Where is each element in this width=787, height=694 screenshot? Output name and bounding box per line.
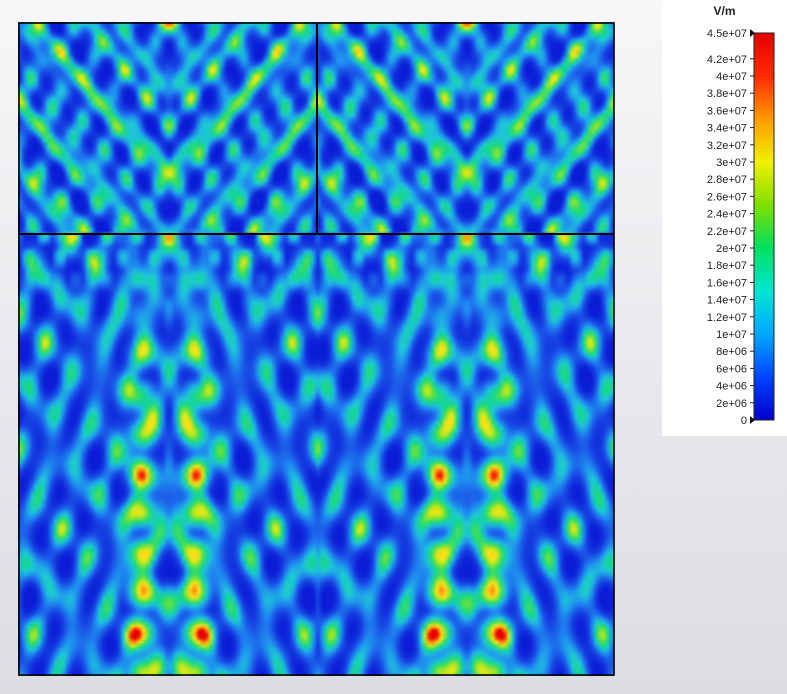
colorbar-tick-label: 6e+06 [716, 363, 747, 375]
colorbar-tick-label: 4e+06 [716, 381, 747, 393]
colorbar-legend: V/m 4.5e+07 4.2e+07 4e+07 3.8e+07 3.6e+07 3.4… [662, 0, 787, 436]
colorbar-ticks: 4.5e+07 4.2e+07 4e+07 3.8e+07 3.6e+07 3.4e+07… [707, 28, 755, 427]
colorbar-tick-label: 2e+07 [716, 243, 747, 255]
colorbar-tick-label: 2.2e+07 [707, 226, 747, 238]
colorbar-tick-label: 4e+07 [716, 71, 747, 83]
field-heatmap[interactable] [18, 22, 614, 676]
colorbar-tick-label: 3.2e+07 [707, 140, 747, 152]
colorbar-tick-label: 4.2e+07 [707, 54, 747, 66]
colorbar-tick-label: 1.6e+07 [707, 277, 747, 289]
colorbar-tick-label: 3.8e+07 [707, 88, 747, 100]
colorbar-tick-label: 1e+07 [716, 329, 747, 341]
colorbar-strip [753, 32, 775, 421]
colorbar-tick-label: 2.4e+07 [707, 209, 747, 221]
colorbar-tick-label: 3.4e+07 [707, 123, 747, 135]
colorbar: 4.5e+07 4.2e+07 4e+07 3.8e+07 3.6e+07 3.4e+07… [707, 28, 775, 427]
colorbar-tick-label: 0 [741, 415, 747, 427]
colorbar-tick-label: 4.5e+07 [707, 28, 747, 40]
colorbar-tick-label: 1.4e+07 [707, 295, 747, 307]
colorbar-tick-label: 3e+07 [716, 157, 747, 169]
colorbar-tick-label: 1.8e+07 [707, 260, 747, 272]
colorbar-tick-label: 2.8e+07 [707, 174, 747, 186]
colorbar-tick-label: 2.6e+07 [707, 191, 747, 203]
colorbar-tick-label: 1.2e+07 [707, 312, 747, 324]
colorbar-tick-label: 8e+06 [716, 346, 747, 358]
colorbar-tick-label: 2e+06 [716, 398, 747, 410]
colorbar-tick-label: 3.6e+07 [707, 105, 747, 117]
